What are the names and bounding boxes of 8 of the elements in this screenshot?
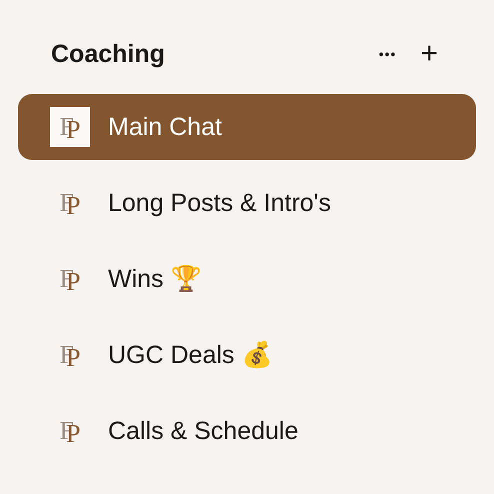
channel-name: UGC Deals 💰 bbox=[108, 340, 272, 370]
add-button[interactable]: + bbox=[420, 39, 438, 69]
channel-name: Long Posts & Intro's bbox=[108, 188, 331, 218]
more-button[interactable]: ••• bbox=[378, 46, 396, 62]
channel-name: Calls & Schedule bbox=[108, 416, 298, 446]
channel-name: Main Chat bbox=[108, 112, 222, 142]
section-title: Coaching bbox=[51, 40, 165, 68]
channel-name: Wins 🏆 bbox=[108, 264, 202, 294]
